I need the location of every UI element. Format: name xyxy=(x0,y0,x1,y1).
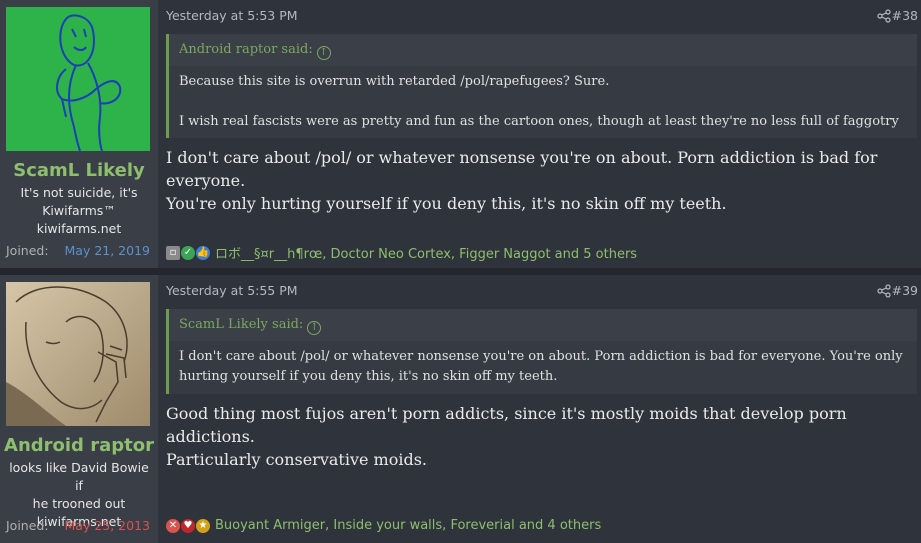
quote-author[interactable]: Android raptor said: xyxy=(179,42,313,57)
user-panel: ScamL Likely It's not suicide, it's Kiwi… xyxy=(0,0,158,268)
quote-paragraph: I wish real fascists were as pretty and … xyxy=(179,114,899,129)
user-title-line: It's not suicide, it's xyxy=(20,185,138,200)
post-content: Good thing most fujos aren't porn addict… xyxy=(166,402,917,471)
quote-author[interactable]: ScamL Likely said: xyxy=(179,317,303,332)
quote-header[interactable]: ScamL Likely said: ↑ xyxy=(169,309,917,341)
reaction-users[interactable]: ロボ__§¤r__h¶rœ, Doctor Neo Cortex, Figger… xyxy=(215,243,637,262)
share-icon[interactable] xyxy=(877,9,891,23)
user-panel: Android raptor looks like David Bowie if… xyxy=(0,275,158,543)
post-number[interactable]: #39 xyxy=(892,283,918,298)
user-title: It's not suicide, it's Kiwifarms™ kiwifa… xyxy=(4,184,154,238)
joined-date: May 21, 2019 xyxy=(64,243,150,258)
username[interactable]: Android raptor xyxy=(0,435,158,456)
post-number[interactable]: #38 xyxy=(892,8,918,23)
like-icon: 👍 xyxy=(196,245,210,260)
heart-icon: ♥ xyxy=(181,518,195,533)
post-divider xyxy=(0,268,921,275)
post-timestamp[interactable]: Yesterday at 5:53 PM xyxy=(166,8,298,23)
post-38: ScamL Likely It's not suicide, it's Kiwi… xyxy=(0,0,921,268)
winner-icon: ★ xyxy=(196,518,210,533)
quote-paragraph: I don't care about /pol/ or whatever non… xyxy=(179,349,903,384)
reactions-bar[interactable]: ▫ ✓ 👍 ロボ__§¤r__h¶rœ, Doctor Neo Cortex, … xyxy=(166,243,637,262)
quote-block: ScamL Likely said: ↑ I don't care about /… xyxy=(166,309,917,394)
quote-block: Android raptor said: ↑ Because this site … xyxy=(166,34,917,138)
quote-body: I don't care about /pol/ or whatever non… xyxy=(169,341,917,395)
joined-row: Joined: May 21, 2019 xyxy=(6,243,150,258)
content-line: Particularly conservative moids. xyxy=(166,450,427,469)
joined-label: Joined: xyxy=(6,243,49,258)
user-title-line: he trooned out xyxy=(32,496,126,511)
post-main: Yesterday at 5:55 PM #39 ScamL Likely sa… xyxy=(158,275,921,543)
username[interactable]: ScamL Likely xyxy=(0,160,158,181)
agree-icon: ✓ xyxy=(181,245,195,260)
jump-up-icon[interactable]: ↑ xyxy=(307,321,322,335)
reactions-bar[interactable]: ✕ ♥ ★ Buoyant Armiger, Inside your walls… xyxy=(166,518,601,533)
post-content: I don't care about /pol/ or whatever non… xyxy=(166,146,917,215)
disagree-icon: ✕ xyxy=(166,518,180,533)
content-line: You're only hurting yourself if you deny… xyxy=(166,194,727,213)
dumb-icon: ▫ xyxy=(166,245,180,260)
content-line: Good thing most fujos aren't porn addict… xyxy=(166,404,847,446)
joined-date: May 25, 2013 xyxy=(64,518,150,533)
avatar[interactable] xyxy=(6,7,150,151)
quote-header[interactable]: Android raptor said: ↑ xyxy=(169,34,917,66)
user-title-line: looks like David Bowie if xyxy=(9,460,149,493)
share-icon[interactable] xyxy=(877,284,891,298)
content-line: I don't care about /pol/ or whatever non… xyxy=(166,148,878,190)
avatar[interactable] xyxy=(6,282,150,426)
post-timestamp[interactable]: Yesterday at 5:55 PM xyxy=(166,283,298,298)
post-39: Android raptor looks like David Bowie if… xyxy=(0,275,921,543)
user-title-line: kiwifarms.net xyxy=(36,221,122,236)
reaction-users[interactable]: Buoyant Armiger, Inside your walls, Fore… xyxy=(215,518,601,533)
post-main: Yesterday at 5:53 PM #38 Android raptor … xyxy=(158,0,921,268)
joined-row: Joined: May 25, 2013 xyxy=(6,518,150,533)
quote-body: Because this site is overrun with retard… xyxy=(169,66,917,140)
joined-label: Joined: xyxy=(6,518,49,533)
user-title-line: Kiwifarms™ xyxy=(42,203,116,218)
jump-up-icon[interactable]: ↑ xyxy=(316,46,331,60)
quote-paragraph: Because this site is overrun with retard… xyxy=(179,74,610,89)
